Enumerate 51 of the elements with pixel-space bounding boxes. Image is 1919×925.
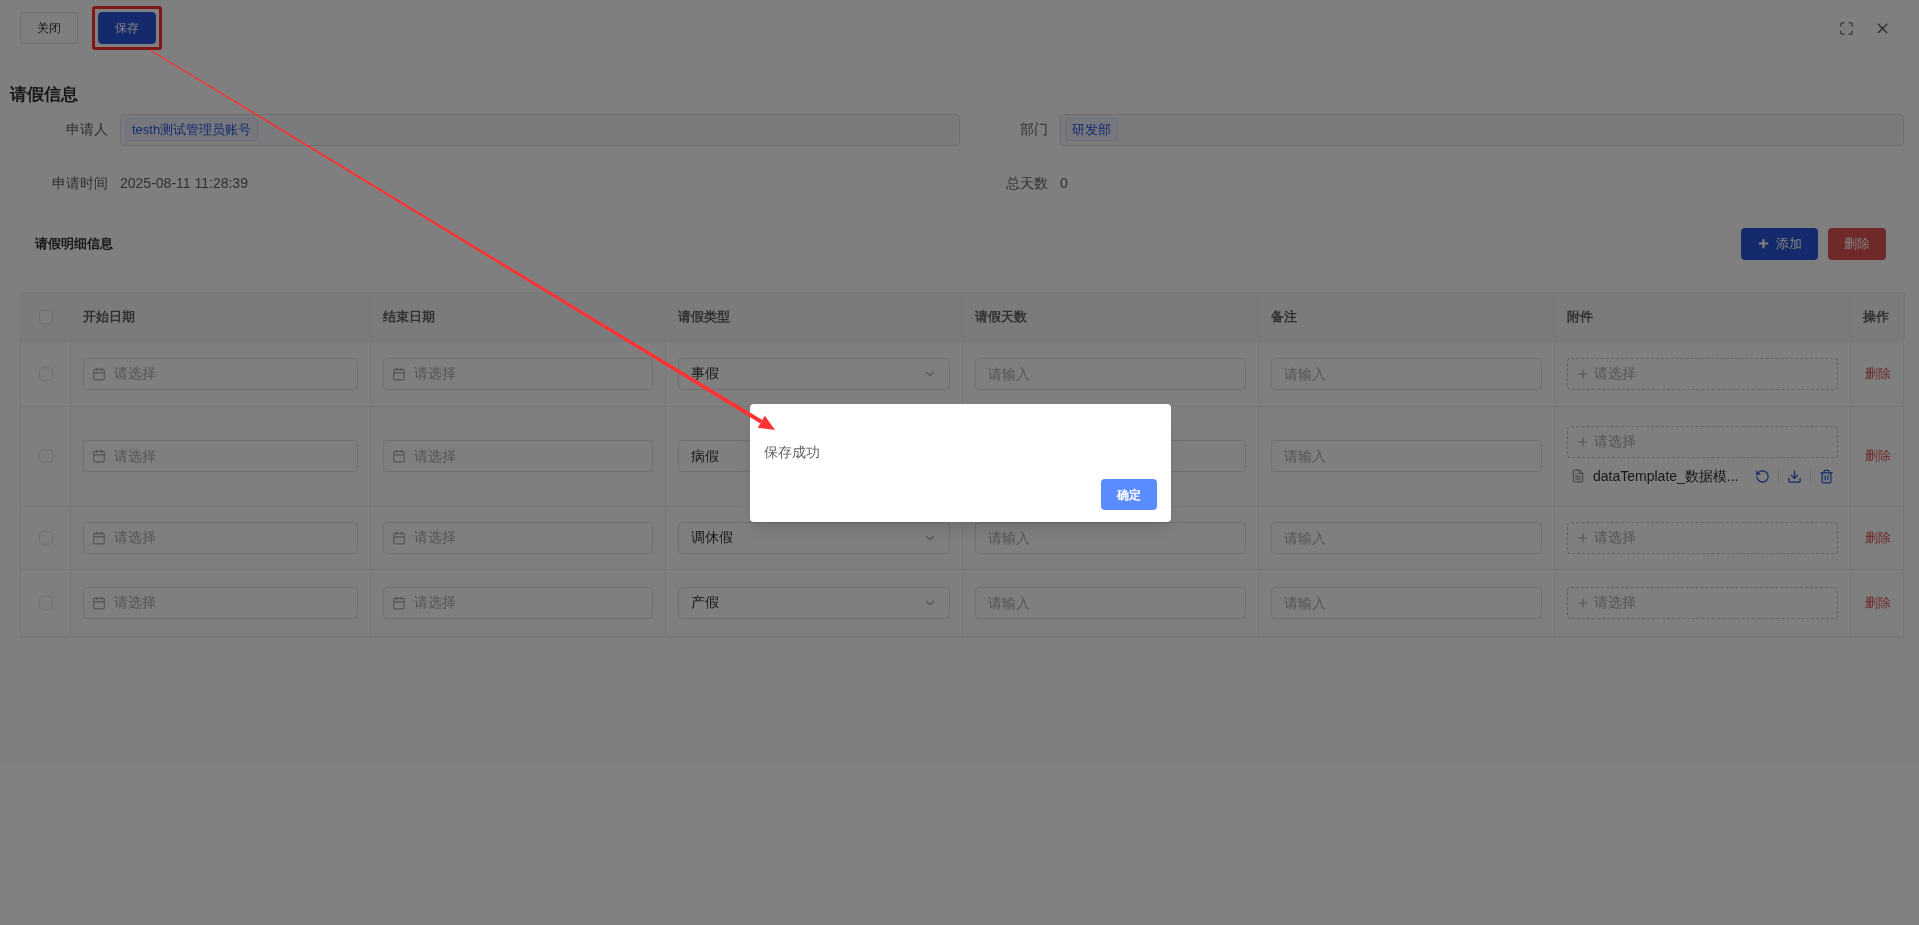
delete-button[interactable]: 删除 <box>1828 227 1886 260</box>
field-label: 申请人 <box>65 120 109 139</box>
column-header: 请假类型 <box>678 307 730 326</box>
confirm-button[interactable]: 确定 <box>1101 479 1157 510</box>
column-header: 附件 <box>1567 307 1593 326</box>
file-name[interactable]: dataTemplate_数据模... <box>1593 465 1747 487</box>
add-button[interactable]: 添加 <box>1741 227 1818 260</box>
plus-icon <box>1576 530 1590 545</box>
delete-link[interactable]: 删除 <box>1865 446 1891 466</box>
plus-icon <box>1576 366 1590 381</box>
fullscreen-icon[interactable] <box>1839 20 1854 36</box>
plus-icon <box>1576 434 1590 449</box>
field-value: 2025-08-11 11:28:39 <box>120 174 248 193</box>
tag: 研发部 <box>1065 117 1118 142</box>
reload-icon[interactable] <box>1755 468 1770 484</box>
plus-icon <box>1576 595 1590 610</box>
section-title: 请假信息 <box>8 84 79 106</box>
calendar-icon <box>92 449 106 463</box>
select-field[interactable]: 产假 <box>678 586 950 619</box>
applicant-field[interactable]: testh测试管理员账号 <box>120 113 960 146</box>
field-label: 总天数 <box>1005 174 1049 193</box>
column-header: 开始日期 <box>83 307 135 326</box>
close-button[interactable]: 关闭 <box>20 12 78 44</box>
calendar-icon <box>392 449 406 463</box>
calendar-icon <box>392 366 406 381</box>
select-field[interactable]: 调休假 <box>678 521 950 554</box>
tag: testh测试管理员账号 <box>125 117 259 142</box>
field-value: 0 <box>1060 174 1068 193</box>
calendar-icon <box>92 530 106 545</box>
dialog-message: 保存成功 <box>764 443 821 462</box>
subsection-title: 请假明细信息 <box>35 234 113 253</box>
delete-link[interactable]: 删除 <box>1865 592 1891 613</box>
trash-icon[interactable] <box>1819 468 1834 484</box>
field-label: 申请时间 <box>51 174 109 193</box>
column-header: 请假天数 <box>975 307 1027 326</box>
calendar-icon <box>92 595 106 610</box>
file-icon <box>1571 469 1585 483</box>
delete-link[interactable]: 删除 <box>1865 363 1891 384</box>
delete-link[interactable]: 删除 <box>1865 527 1891 548</box>
select-field[interactable]: 事假 <box>678 357 950 390</box>
column-header: 操作 <box>1863 307 1889 326</box>
save-button[interactable]: 保存 <box>98 12 156 44</box>
department-field[interactable]: 研发部 <box>1060 113 1904 146</box>
calendar-icon <box>392 595 406 610</box>
field-label: 部门 <box>1019 120 1049 139</box>
column-header: 备注 <box>1271 307 1297 326</box>
column-header: 结束日期 <box>383 307 435 326</box>
calendar-icon <box>92 366 106 381</box>
download-icon[interactable] <box>1787 468 1802 484</box>
calendar-icon <box>392 530 406 545</box>
plus-icon <box>1757 237 1770 250</box>
